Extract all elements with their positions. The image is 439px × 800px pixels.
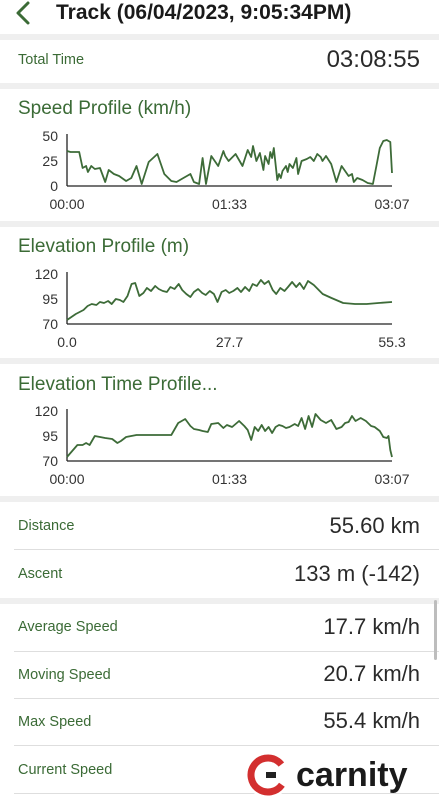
current-speed-label: Current Speed (18, 762, 113, 778)
speed-profile-x-tick-label: 01:33 (212, 196, 247, 212)
elevation-profile-y-tick-label: 70 (42, 316, 58, 332)
ascent-value: 133 m (-142) (294, 561, 420, 586)
carnity-logo-bar (266, 772, 276, 778)
distance-value: 55.60 km (329, 513, 421, 538)
back-button[interactable] (8, 0, 40, 32)
ascent-label: Ascent (18, 566, 63, 582)
elevation-profile-series-line (66, 279, 393, 321)
divider (14, 745, 439, 746)
average-speed-value: 17.7 km/h (323, 614, 420, 639)
elevation-profile-y-tick-label: 95 (42, 291, 58, 307)
speed-profile-x-tick-label: 03:07 (374, 196, 409, 212)
chevron-left-icon (16, 1, 30, 25)
divider (0, 221, 439, 227)
carnity-logo-icon (245, 752, 291, 798)
distance-label: Distance (18, 518, 75, 534)
carnity-watermark: carnity (245, 752, 408, 798)
navigation-bar: Track (06/04/2023, 9:05:34PM) (0, 0, 439, 34)
elevation-profile-chart: 120 95 70 0.0 27.7 55.3 (35, 266, 406, 350)
elevation-time-profile-x-tick-label: 00:00 (49, 471, 84, 487)
divider (14, 549, 439, 550)
elevation-time-profile-x-tick-label: 03:07 (374, 471, 409, 487)
max-speed-label: Max Speed (18, 714, 92, 730)
divider (14, 651, 439, 652)
speed-profile-title: Speed Profile (km/h) (18, 98, 192, 119)
average-speed-label: Average Speed (18, 619, 118, 635)
speed-profile-y-tick-label: 50 (42, 128, 58, 144)
divider (0, 34, 439, 40)
moving-speed-value: 20.7 km/h (323, 661, 420, 686)
elevation-time-profile-y-tick-label: 95 (42, 428, 58, 444)
elevation-time-profile-x-tick-label: 01:33 (212, 471, 247, 487)
total-time-label: Total Time (18, 52, 85, 68)
elevation-time-profile-series-line (66, 413, 393, 458)
moving-speed-label: Moving Speed (18, 667, 111, 683)
divider (0, 496, 439, 502)
elevation-time-profile-y-tick-label: 70 (42, 453, 58, 469)
divider (0, 83, 439, 89)
elevation-profile-x-tick-label: 27.7 (216, 334, 243, 350)
max-speed-value: 55.4 km/h (323, 708, 420, 733)
divider (0, 358, 439, 364)
speed-profile-y-tick-label: 0 (50, 178, 58, 194)
total-time-value: 03:08:55 (326, 46, 420, 73)
elevation-profile-x-tick-label: 55.3 (378, 334, 405, 350)
elevation-profile-x-tick-label: 0.0 (57, 334, 77, 350)
speed-profile-chart: 50 25 0 00:00 01:33 03:07 (42, 128, 409, 212)
elevation-time-profile-title: Elevation Time Profile... (18, 374, 218, 395)
carnity-logo-text: carnity (296, 756, 408, 794)
divider (0, 598, 439, 604)
elevation-time-profile-y-tick-label: 120 (35, 403, 59, 419)
elevation-time-profile-chart: 120 95 70 00:00 01:33 03:07 (35, 403, 410, 487)
speed-profile-x-tick-label: 00:00 (49, 196, 84, 212)
elevation-profile-y-tick-label: 120 (35, 266, 59, 282)
page-title: Track (06/04/2023, 9:05:34PM) (56, 1, 352, 24)
divider (14, 698, 439, 699)
speed-profile-y-tick-label: 25 (42, 153, 58, 169)
speed-profile-series-line (66, 139, 393, 185)
scrollbar[interactable] (434, 600, 437, 660)
elevation-profile-title: Elevation Profile (m) (18, 236, 190, 257)
